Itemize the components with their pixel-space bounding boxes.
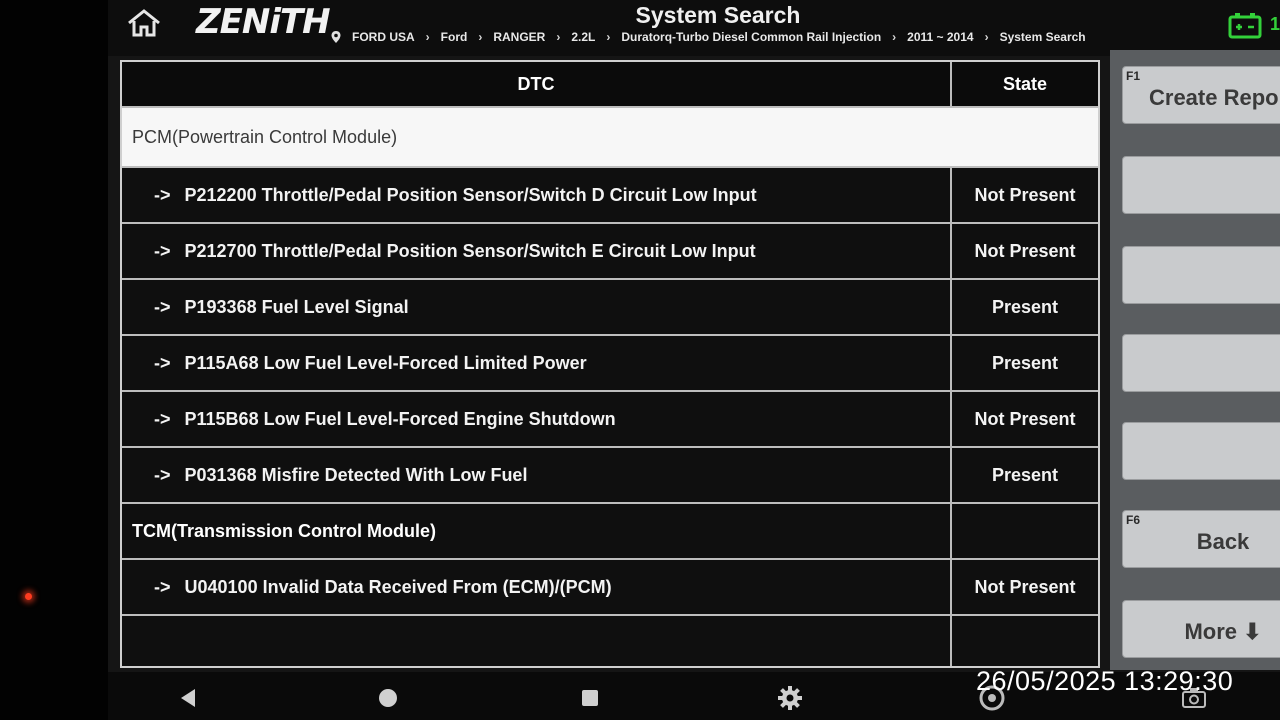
column-header-state[interactable]: State [952, 62, 1098, 106]
arrow-icon: -> [154, 576, 171, 597]
group-row-tcm[interactable]: TCM(Transmission Control Module) [122, 504, 1098, 560]
breadcrumb-item[interactable]: 2011 ~ 2014 [907, 30, 973, 44]
device-bezel [0, 0, 108, 720]
nav-back-button[interactable] [174, 684, 202, 712]
page-title: System Search [635, 2, 801, 28]
dtc-code: P193368 Fuel Level Signal [184, 296, 409, 317]
function-key-label: F1 [1126, 69, 1141, 83]
f2-button[interactable] [1122, 156, 1280, 214]
table-row[interactable]: -> P115B68 Low Fuel Level-Forced Engine S… [122, 392, 1098, 448]
table-row[interactable]: -> P212200 Throttle/Pedal Position Sensor… [122, 168, 1098, 224]
back-button[interactable]: F6 Back [1122, 510, 1280, 568]
breadcrumb-item[interactable]: Ford [441, 30, 468, 44]
dtc-table: DTC State PCM(Powertrain Control Module)… [120, 60, 1100, 668]
table-header: DTC State [122, 62, 1098, 108]
location-pin-icon [331, 31, 341, 43]
breadcrumb-item[interactable]: Duratorq-Turbo Diesel Common Rail Inject… [621, 30, 881, 44]
chevron-right-icon: › [478, 30, 483, 44]
home-button[interactable] [126, 8, 166, 40]
column-header-dtc[interactable]: DTC [122, 62, 952, 106]
gear-icon [778, 686, 802, 710]
dtc-code: P115B68 Low Fuel Level-Forced Engine Shu… [184, 408, 616, 429]
dtc-state: Not Present [974, 184, 1076, 205]
group-name: TCM(Transmission Control Module) [122, 504, 952, 558]
power-led [25, 593, 32, 600]
app-header: ZENiTH System Search FORD USA › Ford › R… [108, 0, 1280, 56]
f4-button[interactable] [1122, 334, 1280, 392]
chevron-right-icon: › [556, 30, 561, 44]
battery-icon [1228, 13, 1262, 39]
table-row[interactable]: -> P212700 Throttle/Pedal Position Sensor… [122, 224, 1098, 280]
home-icon [128, 9, 160, 37]
nav-recents-button[interactable] [576, 684, 604, 712]
chevron-right-icon: › [425, 30, 430, 44]
dtc-code: P212700 Throttle/Pedal Position Sensor/S… [184, 240, 756, 261]
device-screen: ZENiTH System Search FORD USA › Ford › R… [108, 0, 1280, 720]
f3-button[interactable] [1122, 246, 1280, 304]
table-row[interactable]: -> U040100 Invalid Data Received From (EC… [122, 560, 1098, 616]
group-name: PCM(Powertrain Control Module) [132, 126, 398, 147]
dtc-state: Present [991, 464, 1059, 485]
nav-home-button[interactable] [374, 684, 402, 712]
dtc-code: U040100 Invalid Data Received From (ECM)… [184, 576, 612, 597]
arrow-icon: -> [154, 408, 171, 429]
back-triangle-icon [181, 689, 195, 707]
dtc-state: Present [991, 296, 1059, 317]
arrow-icon: -> [154, 464, 171, 485]
table-row[interactable]: -> P193368 Fuel Level Signal Present [122, 280, 1098, 336]
dtc-code: P212200 Throttle/Pedal Position Sensor/S… [184, 184, 757, 205]
breadcrumb-item[interactable]: RANGER [493, 30, 545, 44]
button-label: Create Report [1149, 85, 1280, 110]
table-row[interactable]: -> P115A68 Low Fuel Level-Forced Limited … [122, 336, 1098, 392]
arrow-icon: -> [154, 184, 171, 205]
brand-logo: ZENiTH [196, 2, 331, 42]
dtc-state: Not Present [974, 240, 1076, 261]
chevron-right-icon: › [606, 30, 611, 44]
table-row-empty [122, 616, 1098, 666]
dtc-code: P115A68 Low Fuel Level-Forced Limited Po… [184, 352, 587, 373]
recents-square-icon [582, 690, 598, 706]
chevron-right-icon: › [984, 30, 989, 44]
table-row[interactable]: -> P031368 Misfire Detected With Low Fuel… [122, 448, 1098, 504]
dtc-state: Not Present [974, 408, 1076, 429]
f5-button[interactable] [1122, 422, 1280, 480]
breadcrumb: FORD USA › Ford › RANGER › 2.2L › Durato… [330, 30, 1086, 44]
button-label: Back [1196, 529, 1250, 554]
arrow-icon: -> [154, 296, 171, 317]
home-circle-icon [379, 689, 397, 707]
breadcrumb-item[interactable]: FORD USA [352, 30, 415, 44]
button-label: More ⬇ [1184, 619, 1262, 644]
dtc-code: P031368 Misfire Detected With Low Fuel [184, 464, 528, 485]
photo-timestamp: 26/05/2025 13:29:30 [976, 666, 1234, 696]
arrow-icon: -> [154, 240, 171, 261]
chevron-right-icon: › [892, 30, 897, 44]
group-row-pcm[interactable]: PCM(Powertrain Control Module) [122, 108, 1098, 168]
arrow-icon: -> [154, 352, 171, 373]
breadcrumb-item-current: System Search [999, 30, 1086, 44]
more-button[interactable]: More ⬇ [1122, 600, 1280, 658]
dtc-state: Present [991, 352, 1059, 373]
settings-button[interactable] [776, 684, 804, 712]
function-key-label: F6 [1126, 513, 1141, 527]
dtc-state: Not Present [974, 576, 1076, 597]
create-report-button[interactable]: F1 Create Report [1122, 66, 1280, 124]
function-key-panel: F1 Create Report F6 Back More ⬇ [1110, 50, 1280, 670]
breadcrumb-item[interactable]: 2.2L [571, 30, 595, 44]
group-state-empty [952, 504, 1098, 558]
battery-voltage: 1 [1270, 14, 1280, 34]
